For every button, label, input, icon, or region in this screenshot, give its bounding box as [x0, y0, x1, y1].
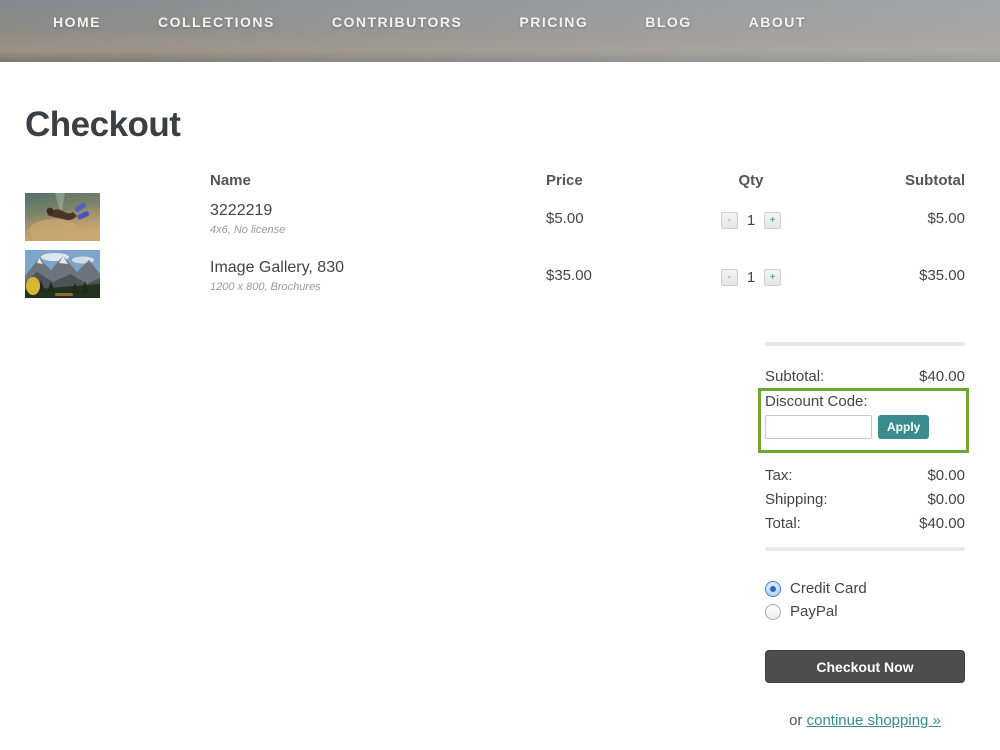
qty-decrease-button[interactable]: -: [721, 269, 738, 286]
cart-table: Name Price Qty Subtotal: [25, 172, 965, 298]
subtotal-label: Subtotal:: [765, 368, 824, 388]
cart-row: Image Gallery, 830 1200 x 800, Brochures…: [25, 250, 965, 298]
discount-code-input[interactable]: [765, 415, 872, 439]
column-header-subtotal: Subtotal: [826, 172, 965, 189]
discount-code-label: Discount Code:: [765, 392, 962, 412]
tax-value: $0.00: [927, 467, 965, 484]
summary-divider: [765, 547, 965, 551]
totals-block: Tax: $0.00 Shipping: $0.00 Total: $40.00: [765, 467, 965, 532]
column-header-price: Price: [546, 172, 676, 189]
qty-value: 1: [747, 269, 755, 286]
payment-method-group: Credit Card PayPal: [765, 580, 965, 620]
item-subtotal: $35.00: [826, 250, 965, 284]
item-thumbnail-underwater-diver: [25, 193, 100, 241]
shipping-label: Shipping:: [765, 491, 828, 508]
page-title: Checkout: [25, 105, 965, 145]
nav-item-pricing[interactable]: PRICING: [519, 14, 588, 30]
nav-item-about[interactable]: ABOUT: [749, 14, 806, 30]
nav-item-home[interactable]: HOME: [53, 14, 101, 30]
item-thumbnail-mountain-landscape: [25, 250, 100, 298]
qty-increase-button[interactable]: +: [764, 212, 781, 229]
top-nav: HOME COLLECTIONS CONTRIBUTORS PRICING BL…: [0, 0, 1000, 62]
payment-option-paypal[interactable]: PayPal: [765, 603, 965, 620]
checkout-page: Checkout Name Price Qty Subtotal: [0, 105, 1000, 729]
column-header-name: Name: [210, 172, 546, 189]
item-price: $5.00: [546, 193, 676, 227]
radio-selected-icon[interactable]: [765, 581, 781, 597]
shipping-value: $0.00: [927, 491, 965, 508]
cart-row: 3222219 4x6, No license $5.00 - 1 + $5.0…: [25, 193, 965, 241]
column-header-qty: Qty: [676, 172, 826, 189]
item-name: 3222219: [210, 193, 546, 220]
summary-divider: [765, 342, 965, 346]
nav-item-contributors[interactable]: CONTRIBUTORS: [332, 14, 463, 30]
payment-option-label: Credit Card: [790, 580, 867, 597]
item-details: 1200 x 800, Brochures: [210, 281, 546, 293]
apply-discount-button[interactable]: Apply: [878, 415, 929, 439]
qty-value: 1: [747, 212, 755, 229]
discount-code-section: Discount Code: Apply: [758, 388, 969, 453]
item-subtotal: $5.00: [826, 193, 965, 227]
total-label: Total:: [765, 515, 801, 532]
tax-label: Tax:: [765, 467, 793, 484]
payment-option-credit-card[interactable]: Credit Card: [765, 580, 965, 597]
cart-header-row: Name Price Qty Subtotal: [25, 172, 965, 193]
radio-unselected-icon[interactable]: [765, 604, 781, 620]
payment-option-label: PayPal: [790, 603, 838, 620]
qty-increase-button[interactable]: +: [764, 269, 781, 286]
item-details: 4x6, No license: [210, 224, 546, 236]
nav-item-blog[interactable]: BLOG: [645, 14, 691, 30]
continue-shopping-link[interactable]: continue shopping »: [807, 712, 941, 729]
qty-decrease-button[interactable]: -: [721, 212, 738, 229]
subtotal-value: $40.00: [919, 368, 965, 388]
quantity-stepper: - 1 +: [721, 212, 781, 229]
quantity-stepper: - 1 +: [721, 269, 781, 286]
total-value: $40.00: [919, 515, 965, 532]
item-name: Image Gallery, 830: [210, 250, 546, 277]
checkout-now-button[interactable]: Checkout Now: [765, 650, 965, 683]
continue-shopping-prefix: or: [789, 712, 807, 729]
nav-item-collections[interactable]: COLLECTIONS: [158, 14, 275, 30]
item-price: $35.00: [546, 250, 676, 284]
order-summary: Subtotal: $40.00 Discount Code: Apply Ta…: [765, 342, 965, 729]
